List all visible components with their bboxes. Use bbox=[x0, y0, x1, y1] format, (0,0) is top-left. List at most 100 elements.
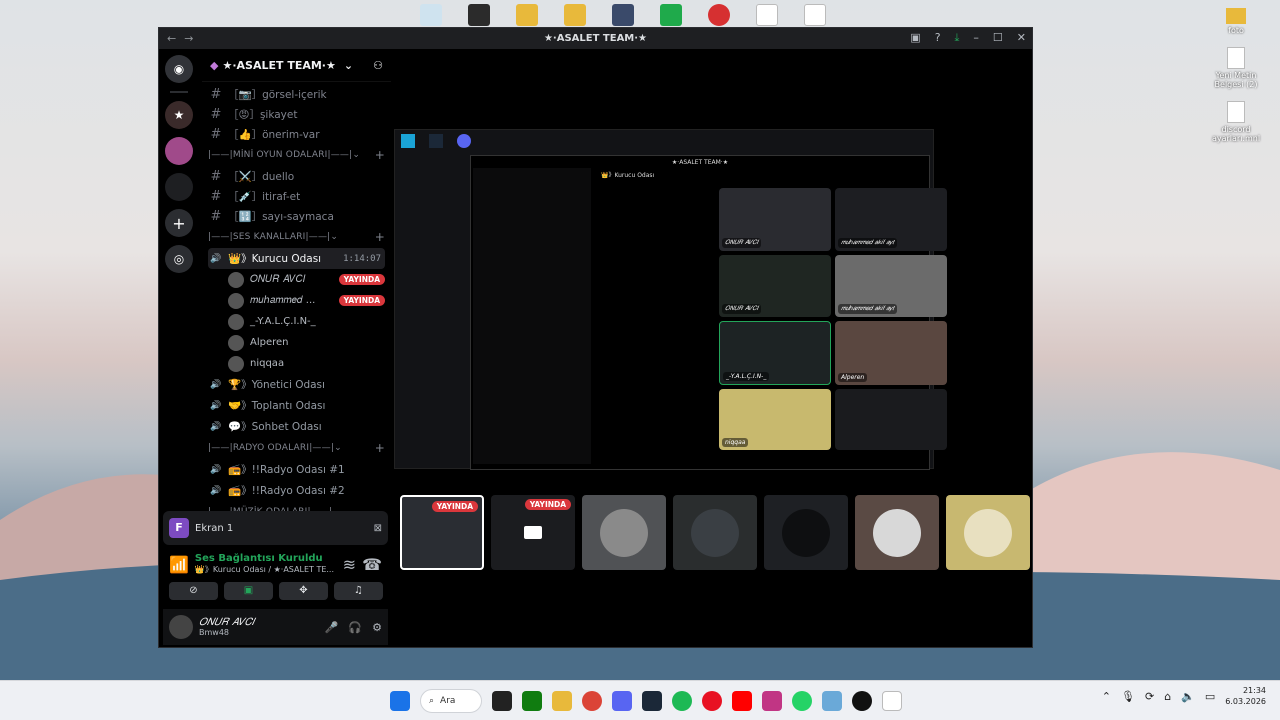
desktop-item-mnl[interactable]: discord ayarları.mnl bbox=[1206, 101, 1266, 143]
stream-button[interactable]: ▣ bbox=[224, 582, 273, 600]
voice-user[interactable]: _-Y.A.L.Ç.I.N-_ bbox=[208, 311, 385, 332]
category-voice[interactable]: |——|SES KANALLARI|——| ⌄ + bbox=[208, 226, 385, 248]
document-icon[interactable] bbox=[756, 4, 778, 26]
stream-tile: 𝑚𝑢ℎ𝑎𝑚𝑚𝑒𝑑 𝑎𝑘𝑖𝑓 𝑎𝑦𝑡 bbox=[835, 254, 947, 317]
avatar bbox=[228, 313, 244, 330]
channel-onerim[interactable]: # ［👍］önerim-var bbox=[208, 124, 385, 144]
camera-off-button[interactable]: ⊘ bbox=[169, 582, 218, 600]
desktop-item-foto[interactable]: foto bbox=[1226, 8, 1246, 35]
screen-app-icon: F bbox=[169, 518, 189, 538]
inbox-icon[interactable]: ▣ bbox=[910, 31, 920, 45]
recycle-bin-icon[interactable] bbox=[420, 4, 442, 26]
file-explorer-icon[interactable] bbox=[552, 691, 572, 711]
voice-channel-sohbet[interactable]: 🔊 💬》Sohbet Odası bbox=[208, 416, 385, 437]
spotify-icon[interactable] bbox=[672, 691, 692, 711]
steam-icon[interactable] bbox=[642, 691, 662, 711]
clock[interactable]: 21:34 6.03.2026 bbox=[1225, 685, 1266, 707]
desktop-item-text[interactable]: Yeni Metin Belgesi (2) bbox=[1206, 47, 1266, 89]
voice-user[interactable]: niqqaa bbox=[208, 353, 385, 374]
epic-games-icon[interactable] bbox=[492, 691, 512, 711]
gear-icon[interactable]: ⚙ bbox=[372, 621, 382, 634]
stream-stage[interactable]: ★·ASALET TEAM·★ 👑》Kurucu Odası 𝑂𝑁𝑈𝑅 𝐴𝑉𝐶𝐼… bbox=[394, 129, 947, 470]
channel-gorsel[interactable]: # ［📷］görsel-içerik bbox=[208, 84, 385, 104]
battery-icon[interactable]: ▭ bbox=[1205, 690, 1215, 703]
app-icon[interactable] bbox=[822, 691, 842, 711]
stop-stream-icon[interactable]: ⊠ bbox=[374, 523, 382, 534]
add-channel-icon[interactable]: + bbox=[375, 148, 385, 162]
speaker-icon[interactable]: 🔈 bbox=[1181, 690, 1195, 703]
media-player-icon[interactable] bbox=[702, 691, 722, 711]
tile-label: 𝑂𝑁𝑈𝑅 𝐴𝑉𝐶𝐼 bbox=[722, 304, 762, 314]
participant-thumb[interactable] bbox=[855, 495, 940, 570]
participant-thumb[interactable] bbox=[582, 495, 667, 570]
download-icon[interactable]: ⤓ bbox=[955, 31, 960, 45]
voice-location[interactable]: 👑》Kurucu Odası / ★·ASALET TE... bbox=[195, 564, 334, 575]
app-icon[interactable] bbox=[708, 4, 730, 26]
back-icon[interactable]: ← bbox=[167, 32, 176, 45]
close-button[interactable]: ✕ bbox=[1017, 31, 1026, 45]
folder-icon[interactable] bbox=[468, 4, 490, 26]
chevron-up-icon[interactable]: ⌃ bbox=[1102, 690, 1111, 703]
participant-thumb[interactable] bbox=[673, 495, 758, 570]
add-server-icon[interactable]: + bbox=[165, 209, 193, 237]
taskbar-search[interactable]: ⌕ Ara bbox=[420, 689, 482, 713]
discord-home-icon[interactable]: ◉ bbox=[165, 55, 193, 83]
whatsapp-icon[interactable] bbox=[792, 691, 812, 711]
voice-user[interactable]: Alperen bbox=[208, 332, 385, 353]
channel-duello[interactable]: # ［⚔️］duello bbox=[208, 166, 385, 186]
shortcut-icon[interactable] bbox=[660, 4, 682, 26]
maximize-button[interactable]: ☐ bbox=[993, 31, 1003, 45]
minimize-button[interactable]: – bbox=[973, 31, 979, 45]
instagram-icon[interactable] bbox=[762, 691, 782, 711]
invite-icon[interactable]: ⚇ bbox=[373, 59, 383, 72]
microphone-icon[interactable]: 🎙 bbox=[1121, 690, 1135, 703]
network-icon[interactable]: ⌂ bbox=[1164, 690, 1171, 703]
explore-icon[interactable]: ◎ bbox=[165, 245, 193, 273]
xbox-icon[interactable] bbox=[522, 691, 542, 711]
server-folder-icon[interactable] bbox=[165, 173, 193, 201]
server-icon[interactable] bbox=[165, 137, 193, 165]
folder-icon[interactable] bbox=[564, 4, 586, 26]
disconnect-icon[interactable]: ☎ bbox=[362, 555, 382, 574]
voice-channel-radyo-2[interactable]: 🔊 📻》!!Radyo Odası #2 bbox=[208, 480, 385, 501]
server-icon-asalet[interactable]: ★ bbox=[165, 101, 193, 129]
soundboard-button[interactable]: ♫ bbox=[334, 582, 383, 600]
voice-user[interactable]: 𝑂𝑁𝑈𝑅 𝐴𝑉𝐶𝐼 YAYINDA bbox=[208, 269, 385, 290]
voice-channel-toplanti[interactable]: 🔊 🤝》Toplantı Odası bbox=[208, 395, 385, 416]
channel-sikayet[interactable]: # ［😡］şikayet bbox=[208, 104, 385, 124]
microphone-icon[interactable]: 🎤 bbox=[325, 621, 339, 634]
notepad-icon[interactable] bbox=[882, 691, 902, 711]
channel-sayi[interactable]: # ［🔢］sayı-saymaca bbox=[208, 206, 385, 226]
noise-suppression-icon[interactable]: ≋ bbox=[343, 555, 356, 574]
avatar[interactable] bbox=[169, 615, 193, 639]
voice-channel-yonetici[interactable]: 🔊 🏆》Yönetici Odası bbox=[208, 374, 385, 395]
folder-icon[interactable] bbox=[516, 4, 538, 26]
participant-thumb[interactable] bbox=[946, 495, 1031, 570]
taskbar: ⌕ Ara ⌃ 🎙 ⟳ ⌂ 🔈 ▭ 21:34 6.03.2026 bbox=[0, 680, 1280, 720]
windows-start-icon[interactable] bbox=[390, 691, 410, 711]
category-radio[interactable]: |——|RADYO ODALARI|——| ⌄ + bbox=[208, 437, 385, 459]
activities-button[interactable]: ✥ bbox=[279, 582, 328, 600]
help-icon[interactable]: ? bbox=[935, 31, 941, 45]
channel-itiraf[interactable]: # ［💉］itiraf-et bbox=[208, 186, 385, 206]
participant-thumb[interactable]: YAYINDA bbox=[400, 495, 485, 570]
youtube-icon[interactable] bbox=[732, 691, 752, 711]
chrome-icon[interactable] bbox=[582, 691, 602, 711]
add-channel-icon[interactable]: + bbox=[375, 441, 385, 455]
headphones-icon[interactable]: 🎧 bbox=[348, 621, 362, 634]
signal-icon: 📶 bbox=[169, 554, 189, 574]
category-minigames[interactable]: |——|MİNİ OYUN ODALARI|——| ⌄ + bbox=[208, 144, 385, 166]
voice-user[interactable]: 𝑚𝑢ℎ𝑎𝑚𝑚𝑒𝑑 ... YAYINDA bbox=[208, 290, 385, 311]
add-channel-icon[interactable]: + bbox=[375, 230, 385, 244]
voice-channel-kurucu[interactable]: 🔊 👑》Kurucu Odası 1:14:07 bbox=[208, 248, 385, 269]
capcut-icon[interactable] bbox=[852, 691, 872, 711]
sync-icon[interactable]: ⟳ bbox=[1145, 690, 1154, 703]
forward-icon[interactable]: → bbox=[184, 32, 193, 45]
server-header[interactable]: ◆ ★·ASALET TEAM·★ ⌄ ⚇ bbox=[202, 49, 391, 82]
voice-channel-radyo-1[interactable]: 🔊 📻》!!Radyo Odası #1 bbox=[208, 459, 385, 480]
folder-icon[interactable] bbox=[612, 4, 634, 26]
participant-thumb[interactable] bbox=[764, 495, 849, 570]
document-icon[interactable] bbox=[804, 4, 826, 26]
participant-thumb[interactable]: YAYINDA bbox=[491, 495, 576, 570]
discord-icon[interactable] bbox=[612, 691, 632, 711]
